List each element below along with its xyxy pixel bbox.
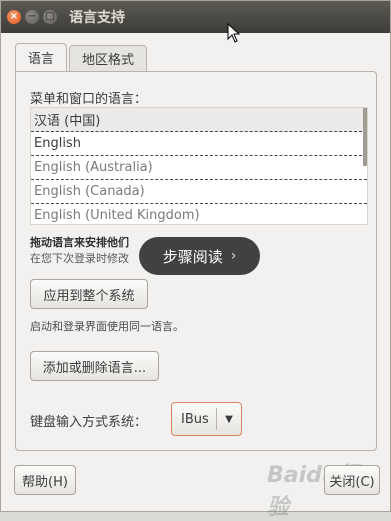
keyboard-input-label: 键盘输入方式系统：	[30, 415, 148, 430]
close-button[interactable]: 关闭(C)	[324, 465, 380, 495]
maximize-window-button[interactable]: □	[43, 10, 57, 24]
minimize-window-button[interactable]: −	[25, 10, 39, 24]
tab-bar: 语言 地区格式	[15, 43, 149, 71]
titlebar: × − □ 语言支持	[1, 1, 390, 33]
help-button[interactable]: 帮助(H)	[14, 465, 76, 495]
chevron-right-icon: ›	[230, 248, 237, 264]
window-title: 语言支持	[69, 10, 125, 26]
language-list[interactable]: 汉语 (中国) English English (Australia) Engl…	[30, 107, 368, 225]
list-item[interactable]: English (United Kingdom)	[31, 204, 367, 224]
keyboard-input-value: IBus	[181, 411, 209, 427]
drag-hint-bold: 拖动语言来安排他们	[30, 236, 129, 249]
list-item[interactable]: English	[31, 132, 367, 156]
close-window-button[interactable]: ×	[7, 10, 21, 24]
login-screen-note: 启动和登录界面使用同一语言。	[30, 320, 184, 333]
keyboard-input-select[interactable]: IBus ▼	[171, 402, 242, 436]
step-reading-label: 步骤阅读	[162, 247, 223, 266]
language-list-label: 菜单和窗口的语言：	[30, 92, 148, 107]
add-remove-languages-button[interactable]: 添加或删除语言...	[30, 351, 159, 381]
list-item[interactable]: 汉语 (中国)	[31, 108, 367, 132]
language-support-window: × − □ 语言支持 语言 地区格式 菜单和窗口的语言： 汉语 (中国) Eng…	[0, 0, 391, 520]
list-item[interactable]: English (Australia)	[31, 156, 367, 180]
mouse-pointer-icon	[227, 23, 241, 43]
list-scrollbar[interactable]	[363, 108, 367, 166]
list-item[interactable]: English (Canada)	[31, 180, 367, 204]
tab-regional-formats[interactable]: 地区格式	[69, 45, 148, 71]
step-reading-button[interactable]: 步骤阅读 ›	[139, 237, 260, 275]
apply-system-wide-button[interactable]: 应用到整个系统	[30, 279, 148, 309]
chevron-down-icon: ▼	[225, 413, 233, 425]
drag-hint-normal: 在您下次登录时修改	[30, 252, 129, 265]
tab-language[interactable]: 语言	[15, 43, 68, 71]
